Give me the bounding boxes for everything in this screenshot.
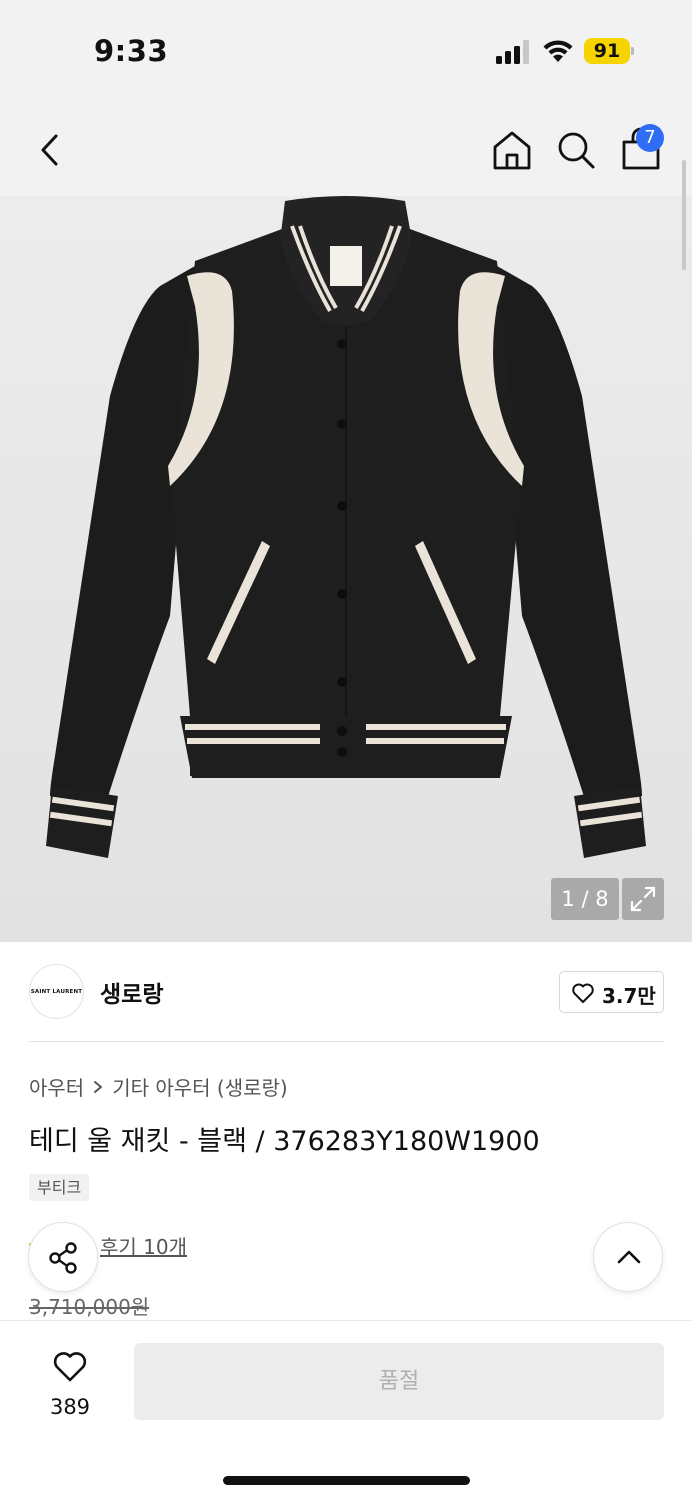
like-button[interactable]: 389 [30, 1345, 110, 1425]
cellular-signal-icon [496, 40, 529, 64]
original-price: 3,710,000원 [29, 1295, 150, 1319]
share-icon [49, 1242, 77, 1274]
review-link[interactable]: 후기 10개 [100, 1231, 187, 1260]
scroll-top-button[interactable] [593, 1222, 663, 1292]
chevron-up-icon [617, 1250, 641, 1264]
heart-icon [53, 1352, 87, 1382]
wifi-icon [543, 40, 573, 62]
home-icon[interactable] [490, 128, 534, 172]
image-counter: 1 / 8 [551, 878, 619, 920]
status-time: 9:33 [94, 34, 169, 68]
sold-out-button[interactable]: 품절 [134, 1343, 664, 1420]
product-image[interactable] [0, 196, 692, 942]
bottom-action-bar: 389 품절 [0, 1320, 692, 1500]
breadcrumb-item-outerwear[interactable]: 아우터 [29, 1072, 84, 1101]
product-title: 테디 울 재킷 - 블랙 / 376283Y180W1900 [29, 1126, 540, 1157]
share-button[interactable] [28, 1222, 98, 1292]
battery-indicator: 91 [584, 38, 634, 64]
search-icon[interactable] [554, 128, 598, 172]
top-navigation [0, 100, 692, 196]
like-count: 389 [49, 1395, 91, 1419]
chevron-right-icon [94, 1080, 103, 1093]
product-image-gallery[interactable]: 1 / 8 [0, 196, 692, 942]
heart-outline-icon [572, 983, 594, 1003]
home-indicator [223, 1476, 470, 1485]
brand-favorite-button[interactable]: 3.7만 [559, 971, 664, 1013]
brand-logo[interactable]: SAINT LAURENT [29, 964, 84, 1019]
battery-level: 91 [593, 40, 621, 62]
status-bar: 9:33 91 [0, 0, 692, 100]
expand-icon[interactable] [622, 878, 664, 920]
boutique-tag: 부티크 [29, 1174, 90, 1201]
divider [29, 1041, 664, 1042]
back-arrow-icon[interactable] [30, 128, 70, 172]
breadcrumb: 아우터 기타 아우터 (생로랑) [29, 1072, 288, 1101]
brand-favorite-count: 3.7만 [602, 984, 656, 1008]
battery-tip [631, 47, 634, 55]
scroll-indicator [682, 160, 686, 270]
breadcrumb-item-other-outerwear[interactable]: 기타 아우터 (생로랑) [112, 1072, 288, 1101]
cart-count-badge: 7 [636, 124, 664, 152]
brand-name[interactable]: 생로랑 [100, 975, 163, 1009]
